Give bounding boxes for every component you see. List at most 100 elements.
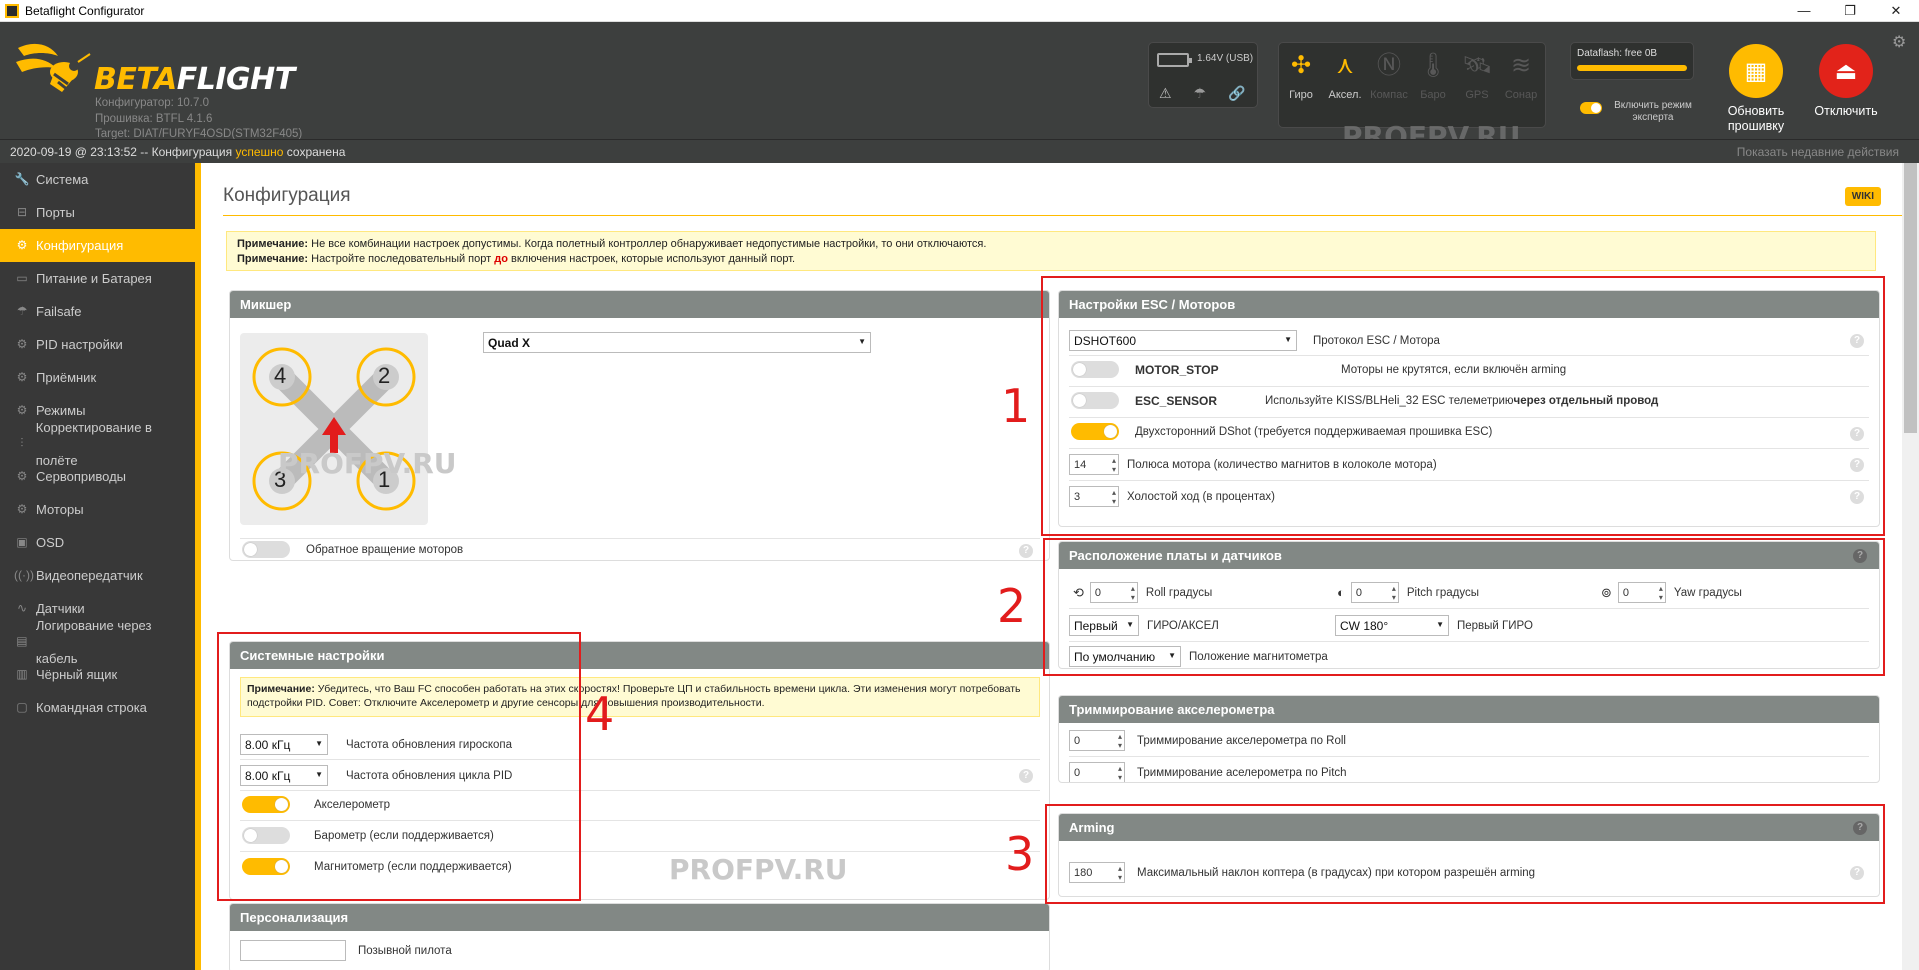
sidebar-item-label: Порты <box>36 205 75 220</box>
expert-mode-toggle[interactable]: Включить режим эксперта <box>1580 100 1698 124</box>
motor-2-label: 2 <box>378 363 391 388</box>
close-button[interactable]: ✕ <box>1873 0 1919 22</box>
sensor-gyro: ✣ Гиро <box>1279 43 1323 127</box>
trim-roll-input[interactable]: 0 <box>1069 730 1125 751</box>
disconnect-button[interactable]: ⏏ Отключить <box>1806 44 1886 119</box>
gear-icon: ⚙ <box>16 238 28 252</box>
sidebar-item-adjustments[interactable]: ⫶ Корректирование в полёте <box>0 420 195 468</box>
sidebar-item-label: Моторы <box>36 502 84 517</box>
wrench-icon: 🔧 <box>14 172 30 186</box>
logo-wordmark: BETAFLIGHT <box>94 62 295 97</box>
status-log: 2020-09-19 @ 23:13:52 -- Конфигурация ус… <box>0 139 1919 163</box>
sidebar-item-label: Командная строка <box>36 700 147 715</box>
main-scrollbar[interactable] <box>1902 163 1919 970</box>
annotation-box-3 <box>1045 804 1885 904</box>
sidebar-item-motors[interactable]: ⚙ Моторы <box>0 493 195 526</box>
app-header: BETAFLIGHT Конфигуратор: 10.7.0 Прошивка… <box>0 22 1919 153</box>
sensor-baro: 🌡 Баро <box>1411 43 1455 127</box>
trim-pitch-label: Триммирование аселерометра по Pitch <box>1137 766 1347 779</box>
sensor-accel: ⋏ Аксел. <box>1323 43 1367 127</box>
failsafe-icon: ☂ <box>16 304 28 318</box>
pilot-callsign-input[interactable] <box>240 940 346 961</box>
annotation-number-4: 4 <box>585 687 615 741</box>
sidebar-item-label: Приёмник <box>36 370 97 385</box>
bee-logo-icon <box>16 43 91 92</box>
sidebar-item-failsafe[interactable]: ☂ Failsafe <box>0 295 195 328</box>
baro-icon: 🌡 <box>1417 52 1449 79</box>
sensor-label: Аксел. <box>1328 89 1362 101</box>
update-firmware-label: Обновить прошивку <box>1727 104 1785 133</box>
sidebar-item-wrench[interactable]: 🔧 Система <box>0 163 195 196</box>
config-note: Примечание: Не все комбинации настроек д… <box>226 231 1876 271</box>
battery-icon: ▭ <box>16 271 28 285</box>
mixer-panel: Микшер 4 2 3 1 PROFPV.RU Quad X Обратное… <box>229 290 1050 561</box>
sidebar-item-vtx[interactable]: ((·)) Видеопередатчик <box>0 559 195 592</box>
sidebar-item-gear[interactable]: ⚙ Конфигурация <box>0 229 195 262</box>
sensor-compass: Ⓝ Компас <box>1367 43 1411 127</box>
sidebar-item-label: OSD <box>36 535 65 550</box>
system-help-icon[interactable]: ? <box>1019 769 1033 783</box>
sensor-label: GPS <box>1465 89 1489 101</box>
chip-icon: ▦ <box>1729 44 1783 98</box>
reverse-motors-toggle[interactable] <box>242 541 290 558</box>
battery-status: 1.64V (USB) ⚠ ☂ 🔗 <box>1148 42 1258 108</box>
wiki-button[interactable]: WIKI <box>1844 187 1881 206</box>
cli-icon: ▢ <box>16 700 28 714</box>
update-firmware-button[interactable]: ▦ Обновить прошивку <box>1716 44 1796 134</box>
app-icon <box>5 3 19 18</box>
accel-trim-panel: Триммирование акселерометра 0 Триммирова… <box>1058 695 1880 783</box>
compass-icon: Ⓝ <box>1377 52 1401 79</box>
main-content: Конфигурация WIKI Примечание: Не все ком… <box>201 163 1919 970</box>
blackbox-icon: ▥ <box>16 667 28 681</box>
sidebar-item-receiver[interactable]: ⚙ Приёмник <box>0 361 195 394</box>
sensor-status-panel: ✣ Гиро ⋏ Аксел. Ⓝ Компас 🌡 Баро 🛰 GPS ≋ Сонар <box>1278 42 1546 128</box>
sidebar-item-label: Чёрный ящик <box>36 667 118 682</box>
mixer-type-select[interactable]: Quad X <box>483 332 871 353</box>
battery-icon <box>1157 53 1192 67</box>
sidebar-item-label: Система <box>36 172 89 187</box>
expert-mode-label: Включить режим эксперта <box>1614 100 1692 123</box>
pid-icon: ⚙ <box>16 337 28 351</box>
version-info: Конфигуратор: 10.7.0 Прошивка: BTFL 4.1.… <box>95 96 302 143</box>
expert-mode-switch[interactable] <box>1580 102 1602 114</box>
scrollbar-thumb[interactable] <box>1904 163 1917 433</box>
annotation-number-3: 3 <box>1005 827 1035 881</box>
sidebar-item-battery[interactable]: ▭ Питание и Батарея <box>0 262 195 295</box>
minimize-button[interactable]: — <box>1781 0 1827 22</box>
ports-icon: ⊟ <box>16 205 28 219</box>
reverse-motors-label: Обратное вращение моторов <box>306 543 464 556</box>
gyro-icon: ✣ <box>1290 52 1312 79</box>
trim-pitch-input[interactable]: 0 <box>1069 762 1125 782</box>
annotation-number-1: 1 <box>1001 379 1031 433</box>
sensors-icon: ∿ <box>16 601 28 615</box>
sensor-label: Гиро <box>1289 89 1313 101</box>
sonar-icon: ≋ <box>1510 52 1532 79</box>
quad-x-diagram: 4 2 3 1 PROFPV.RU <box>240 333 457 525</box>
modes-icon: ⚙ <box>16 403 28 417</box>
betaflight-logo: BETAFLIGHT Конфигуратор: 10.7.0 Прошивка… <box>12 34 312 140</box>
annotation-box-1 <box>1041 276 1885 536</box>
annotation-box-2 <box>1043 538 1885 676</box>
maximize-button[interactable]: ❐ <box>1827 0 1873 22</box>
status-suffix: сохранена <box>283 145 346 159</box>
sidebar-item-label: PID настройки <box>36 337 123 352</box>
personalization-header: Персонализация <box>230 904 1049 931</box>
link-icon: 🔗 <box>1228 85 1246 101</box>
sidebar-item-ports[interactable]: ⊟ Порты <box>0 196 195 229</box>
status-message: 2020-09-19 @ 23:13:52 -- Конфигурация <box>10 145 236 159</box>
sidebar-item-osd[interactable]: ▣ OSD <box>0 526 195 559</box>
pilot-callsign-label: Позывной пилота <box>358 944 452 957</box>
sidebar-item-log[interactable]: ▤ Логирование через кабель <box>0 618 195 666</box>
mixer-help-icon[interactable]: ? <box>1019 544 1033 558</box>
sensor-label: Баро <box>1420 89 1446 101</box>
sidebar-item-cli[interactable]: ▢ Командная строка <box>0 691 195 724</box>
dataflash-bar <box>1577 65 1687 71</box>
show-recent-actions-link[interactable]: Показать недавние действия <box>1737 140 1899 164</box>
sensor-sonar: ≋ Сонар <box>1499 43 1543 127</box>
accel-icon: ⋏ <box>1336 52 1354 79</box>
page-title: Конфигурация <box>223 185 351 206</box>
settings-gear-icon[interactable]: ⚙ <box>1892 32 1906 52</box>
motors-icon: ⚙ <box>16 502 28 516</box>
sidebar-item-pid[interactable]: ⚙ PID настройки <box>0 328 195 361</box>
firmware-version: Прошивка: BTFL 4.1.6 <box>95 112 213 125</box>
